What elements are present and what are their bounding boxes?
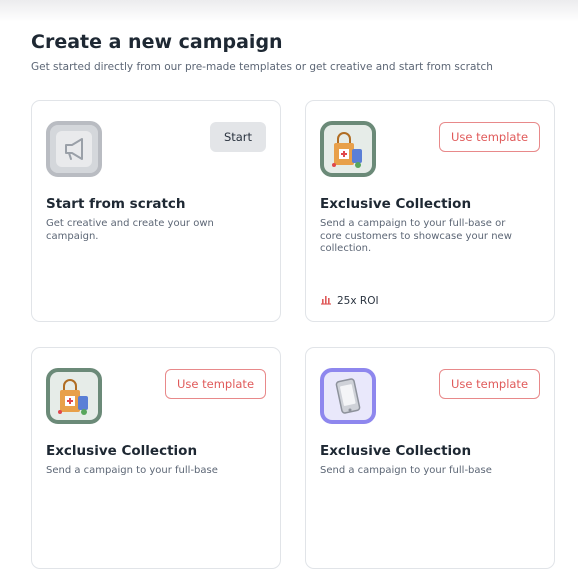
- card-title: Exclusive Collection: [320, 196, 472, 212]
- template-card-exclusive-collection[interactable]: Use template Exclusive Collection Send a…: [305, 347, 555, 569]
- page-subtitle: Get started directly from our pre-made t…: [31, 61, 493, 73]
- card-description: Send a campaign to your full-base: [46, 465, 218, 476]
- use-template-button[interactable]: Use template: [439, 369, 540, 399]
- use-template-button[interactable]: Use template: [439, 122, 540, 152]
- card-description: Send a campaign to your full-base or cor…: [320, 218, 512, 254]
- top-shadow: [0, 0, 578, 22]
- use-template-button[interactable]: Use template: [165, 369, 266, 399]
- shopping-bag-icon: [320, 121, 376, 177]
- shopping-bag-icon: [46, 368, 102, 424]
- bar-chart-icon: [320, 293, 332, 308]
- card-description: Send a campaign to your full-base: [320, 465, 492, 476]
- card-title: Exclusive Collection: [46, 443, 198, 459]
- card-description: Get creative and create your own campaig…: [46, 218, 214, 242]
- roi-value: 25x ROI: [337, 294, 379, 307]
- card-title: Start from scratch: [46, 196, 186, 212]
- start-button[interactable]: Start: [210, 122, 266, 152]
- scratch-card[interactable]: Start Start from scratch Get creative an…: [31, 100, 281, 322]
- roi-stat: 25x ROI: [320, 293, 379, 308]
- page-title: Create a new campaign: [31, 31, 283, 53]
- card-title: Exclusive Collection: [320, 443, 472, 459]
- megaphone-icon: [46, 121, 102, 177]
- phone-icon: [320, 368, 376, 424]
- template-card-exclusive-collection[interactable]: Use template Exclusive Collection Send a…: [305, 100, 555, 322]
- template-card-exclusive-collection[interactable]: Use template Exclusive Collection Send a…: [31, 347, 281, 569]
